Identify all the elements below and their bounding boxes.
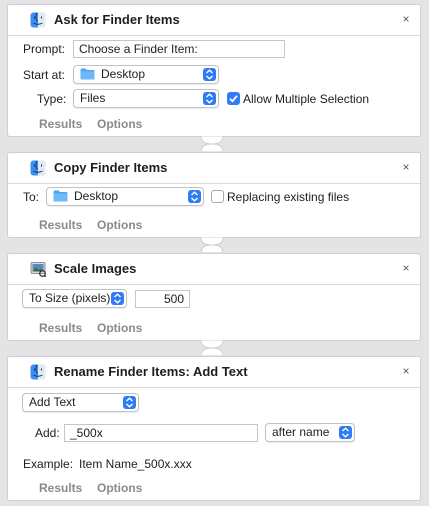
rename-mode-value: Add Text [29, 395, 76, 409]
to-label: To: [23, 190, 40, 204]
size-field[interactable]: 500 [135, 290, 190, 308]
options-tab[interactable]: Options [97, 117, 142, 131]
checkmark-icon [229, 95, 238, 103]
chevron-updown-icon [203, 92, 216, 105]
to-value: Desktop [74, 189, 119, 203]
close-icon[interactable]: × [399, 364, 413, 378]
scale-mode-popup[interactable]: To Size (pixels) [22, 289, 127, 308]
action-footer: Results Options [8, 315, 420, 340]
action-footer: Results Options [8, 212, 420, 237]
action-ask-for-finder-items[interactable]: Ask for Finder Items × Prompt: Choose a … [7, 4, 421, 137]
prompt-label: Prompt: [23, 42, 66, 56]
results-tab[interactable]: Results [39, 321, 82, 335]
chevron-updown-icon [188, 190, 201, 203]
chevron-updown-icon [339, 426, 352, 439]
prompt-field[interactable]: Choose a Finder Item: [73, 40, 285, 58]
add-text-field[interactable]: _500x [64, 424, 258, 442]
action-title: Ask for Finder Items [54, 12, 180, 27]
replacing-checkbox[interactable] [211, 190, 224, 203]
options-tab[interactable]: Options [97, 218, 142, 232]
action-scale-images[interactable]: Scale Images × To Size (pixels) 500 Resu… [7, 253, 421, 341]
allow-multiple-checkbox[interactable] [227, 92, 240, 105]
results-tab[interactable]: Results [39, 117, 82, 131]
position-popup[interactable]: after name [265, 423, 355, 442]
add-label: Add: [35, 426, 60, 440]
close-icon[interactable]: × [399, 12, 413, 26]
finder-icon [30, 160, 46, 176]
action-title: Copy Finder Items [54, 160, 168, 175]
action-copy-finder-items[interactable]: Copy Finder Items × To: Desktop Replacin… [7, 152, 421, 238]
action-footer: Results Options [8, 475, 420, 500]
action-titlebar[interactable]: Ask for Finder Items × [8, 5, 420, 36]
action-titlebar[interactable]: Scale Images × [8, 254, 420, 285]
action-footer: Results Options [8, 111, 420, 136]
scale-mode-value: To Size (pixels) [29, 291, 111, 305]
chevron-updown-icon [111, 292, 124, 305]
start-at-popup[interactable]: Desktop [73, 65, 219, 84]
close-icon[interactable]: × [399, 261, 413, 275]
close-icon[interactable]: × [399, 160, 413, 174]
action-connector [201, 237, 223, 253]
type-label: Type: [37, 92, 67, 106]
action-connector [201, 136, 223, 152]
start-at-value: Desktop [101, 67, 146, 81]
type-value: Files [80, 91, 106, 105]
finder-icon [30, 12, 46, 28]
action-connector [201, 340, 223, 356]
folder-icon [53, 190, 68, 202]
example-value: Item Name_500x.xxx [79, 457, 192, 471]
action-rename-finder-items[interactable]: Rename Finder Items: Add Text × Add Text… [7, 356, 421, 501]
finder-icon [30, 364, 46, 380]
to-popup[interactable]: Desktop [46, 187, 204, 206]
type-popup[interactable]: Files [73, 89, 219, 108]
results-tab[interactable]: Results [39, 218, 82, 232]
chevron-updown-icon [203, 68, 216, 81]
folder-icon [80, 68, 95, 80]
example-label: Example: [23, 457, 74, 471]
options-tab[interactable]: Options [97, 321, 142, 335]
results-tab[interactable]: Results [39, 481, 82, 495]
replacing-label[interactable]: Replacing existing files [227, 190, 349, 204]
position-value: after name [272, 425, 330, 439]
action-titlebar[interactable]: Rename Finder Items: Add Text × [8, 357, 420, 388]
start-at-label: Start at: [23, 68, 66, 82]
allow-multiple-label[interactable]: Allow Multiple Selection [243, 92, 369, 106]
rename-mode-popup[interactable]: Add Text [22, 393, 139, 412]
action-title: Scale Images [54, 261, 137, 276]
preview-icon [30, 262, 46, 277]
chevron-updown-icon [123, 396, 136, 409]
options-tab[interactable]: Options [97, 481, 142, 495]
action-title: Rename Finder Items: Add Text [54, 364, 248, 379]
action-titlebar[interactable]: Copy Finder Items × [8, 153, 420, 184]
